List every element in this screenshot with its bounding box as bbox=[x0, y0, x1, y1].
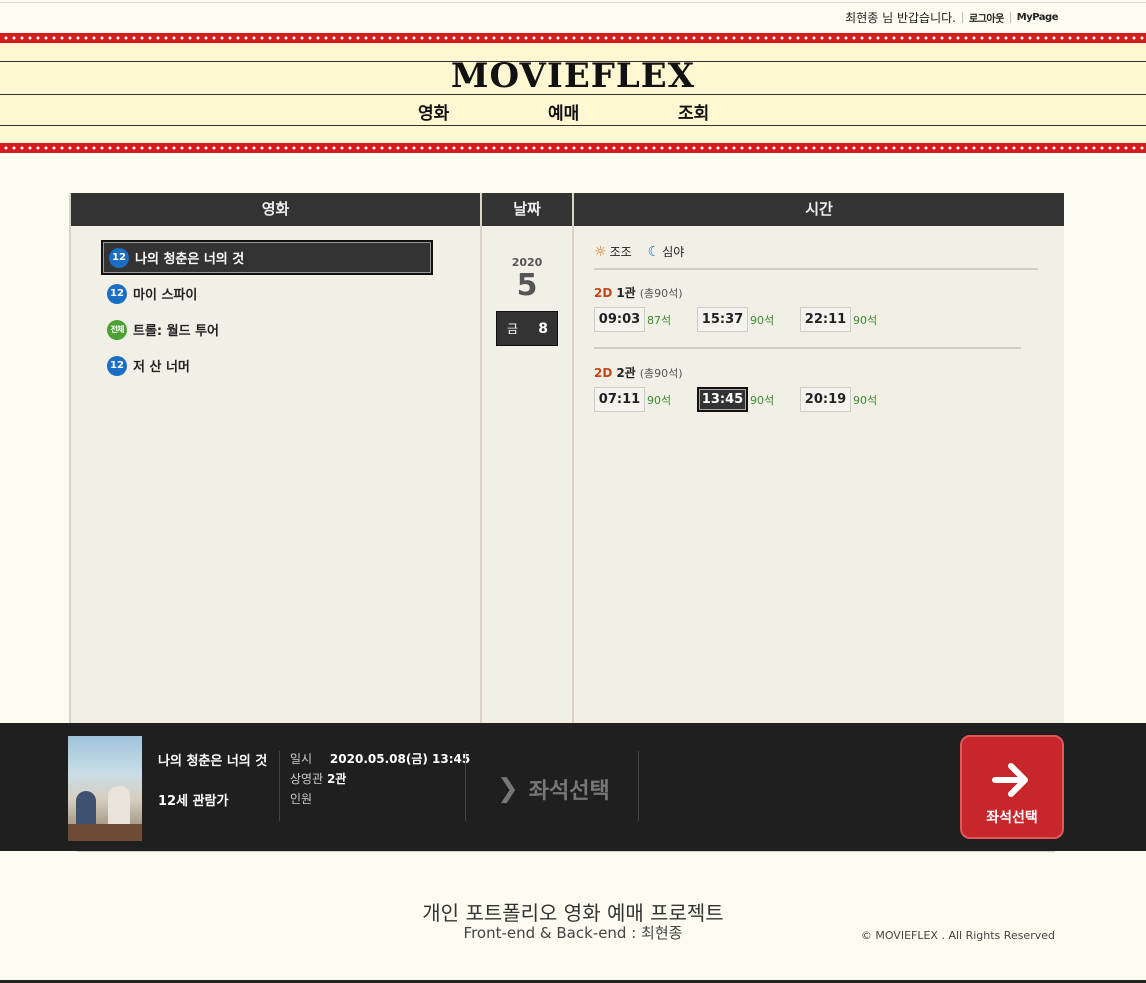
movie-item[interactable]: 12 마이 스파이 bbox=[101, 276, 433, 311]
divider bbox=[77, 851, 1055, 852]
date-day: 8 bbox=[538, 320, 548, 337]
time-slot-time[interactable]: 22:11 bbox=[800, 307, 851, 332]
date-weekday: 금 bbox=[507, 322, 519, 336]
hall-name: 1관 bbox=[616, 286, 636, 300]
time-slot-seats: 90석 bbox=[750, 393, 775, 407]
movie-title: 저 산 너머 bbox=[133, 360, 190, 375]
hall-title: 2D 1관 (총90석) bbox=[594, 284, 683, 301]
main-nav: 영화 예매 조회 bbox=[0, 99, 1146, 124]
summary-date: 일시 2020.05.08(금) 13:45 bbox=[290, 750, 470, 767]
nav-item-lookup[interactable]: 조회 bbox=[678, 99, 709, 124]
rating-all-badge: 전체 bbox=[107, 319, 127, 340]
footer-copyright: © MOVIEFLEX . All Rights Reserved bbox=[860, 929, 1055, 942]
mypage-link[interactable]: MyPage bbox=[1017, 12, 1059, 23]
seat-step: ❯ 좌석선택 bbox=[497, 773, 610, 805]
summary-movie-title: 나의 청춘은 너의 것 bbox=[158, 754, 268, 769]
nav-item-booking[interactable]: 예매 bbox=[548, 99, 579, 124]
marquee-lights-bottom bbox=[0, 143, 1146, 153]
hall-name: 2관 bbox=[616, 366, 636, 380]
poster-table bbox=[68, 824, 142, 841]
sun-icon: ☼ bbox=[594, 243, 607, 260]
movie-title: 마이 스파이 bbox=[133, 288, 198, 303]
rating-12-badge: 12 bbox=[107, 355, 127, 376]
marquee-lights-top bbox=[0, 33, 1146, 43]
time-slot-seats: 90석 bbox=[647, 393, 672, 407]
legend-morning: 조조 bbox=[609, 245, 632, 259]
time-slot-seats: 87석 bbox=[647, 313, 672, 327]
booking-summary-bar: 나의 청춘은 너의 것 12세 관람가 일시 2020.05.08(금) 13:… bbox=[0, 723, 1146, 851]
summary-people: 인원 bbox=[290, 790, 312, 807]
date-item-selected[interactable]: 금 8 bbox=[496, 311, 558, 346]
time-slot[interactable]: 07:11 90석 bbox=[594, 387, 671, 412]
divider bbox=[279, 751, 280, 821]
movie-column-header: 영화 bbox=[71, 193, 480, 226]
arrow-right-icon bbox=[992, 763, 1028, 797]
divider bbox=[465, 751, 466, 821]
summary-people-label: 인원 bbox=[290, 792, 313, 806]
hall-format: 2D bbox=[594, 366, 613, 380]
divider bbox=[0, 125, 1146, 126]
time-slot-time[interactable]: 09:03 bbox=[594, 307, 645, 332]
divider bbox=[961, 11, 963, 23]
rating-12-badge: 12 bbox=[107, 283, 127, 304]
time-legend: ☼ 조조 ☾ 심야 bbox=[594, 243, 684, 260]
movie-item[interactable]: 12 저 산 너머 bbox=[101, 348, 433, 383]
time-slot-time[interactable]: 15:37 bbox=[697, 307, 748, 332]
chevron-right-icon: ❯ bbox=[497, 774, 519, 804]
date-column-header: 날짜 bbox=[482, 193, 572, 226]
divider bbox=[638, 751, 639, 821]
nav-item-movies[interactable]: 영화 bbox=[418, 99, 449, 124]
movie-title: 트롤: 월드 투어 bbox=[133, 324, 220, 339]
time-slot-time[interactable]: 07:11 bbox=[594, 387, 645, 412]
summary-date-value: 2020.05.08(금) 13:45 bbox=[329, 752, 471, 766]
summary-hall: 상영관 2관 bbox=[290, 770, 346, 787]
logout-link[interactable]: 로그아웃 bbox=[969, 10, 1004, 25]
time-slot[interactable]: 09:03 87석 bbox=[594, 307, 671, 332]
date-column: 날짜 2020 5 금 8 bbox=[480, 193, 574, 723]
summary-rating: 12세 관람가 bbox=[158, 794, 229, 809]
movie-title: 나의 청춘은 너의 것 bbox=[135, 252, 245, 267]
time-column-header: 시간 bbox=[574, 193, 1064, 226]
hall-title: 2D 2관 (총90석) bbox=[594, 364, 683, 381]
top-border bbox=[0, 2, 1146, 3]
time-slot-selected[interactable]: 13:45 90석 bbox=[697, 387, 774, 412]
movie-item[interactable]: 전체 트롤: 월드 투어 bbox=[101, 312, 433, 347]
seat-select-button-label: 좌석선택 bbox=[986, 810, 1038, 826]
site-logo[interactable]: MOVIEFLEX bbox=[0, 56, 1146, 96]
time-slot-seats: 90석 bbox=[853, 313, 878, 327]
legend-night: 심야 bbox=[662, 245, 685, 259]
movie-list: 12 나의 청춘은 너의 것 12 마이 스파이 전체 트롤: 월드 투어 12… bbox=[71, 226, 480, 383]
time-column: 시간 ☼ 조조 ☾ 심야 2D 1관 (총90석) 09:03 87석 15:37 … bbox=[574, 193, 1064, 723]
date-month: 5 bbox=[516, 268, 538, 303]
seat-step-label: 좌석선택 bbox=[528, 779, 610, 804]
moon-icon: ☾ bbox=[647, 243, 661, 260]
rating-12-badge: 12 bbox=[109, 247, 129, 268]
time-slot[interactable]: 22:11 90석 bbox=[800, 307, 877, 332]
time-slot-time[interactable]: 13:45 bbox=[697, 387, 748, 412]
divider bbox=[594, 347, 1021, 349]
time-slot-time[interactable]: 20:19 bbox=[800, 387, 851, 412]
summary-date-label: 일시 bbox=[290, 752, 313, 766]
summary-hall-label: 상영관 bbox=[290, 772, 324, 786]
movie-column: 영화 12 나의 청춘은 너의 것 12 마이 스파이 전체 트롤: 월드 투어… bbox=[69, 193, 480, 723]
divider bbox=[1009, 11, 1011, 23]
time-slot[interactable]: 20:19 90석 bbox=[800, 387, 877, 412]
booking-panel: 영화 12 나의 청춘은 너의 것 12 마이 스파이 전체 트롤: 월드 투어… bbox=[69, 193, 1064, 723]
hall-format: 2D bbox=[594, 286, 613, 300]
hall-total-seats: (총90석) bbox=[639, 287, 683, 300]
movie-poster bbox=[68, 736, 142, 841]
hall-total-seats: (총90석) bbox=[639, 367, 683, 380]
movie-item[interactable]: 12 나의 청춘은 너의 것 bbox=[101, 240, 433, 275]
time-slot[interactable]: 15:37 90석 bbox=[697, 307, 774, 332]
divider bbox=[594, 268, 1038, 270]
user-bar: 최현종 님 반갑습니다. 로그아웃 MyPage bbox=[845, 10, 1059, 25]
time-slot-seats: 90석 bbox=[853, 393, 878, 407]
time-slot-seats: 90석 bbox=[750, 313, 775, 327]
seat-select-button[interactable]: 좌석선택 bbox=[960, 735, 1064, 839]
greeting-text: 최현종 님 반갑습니다. bbox=[845, 10, 956, 25]
summary-hall-value: 2관 bbox=[326, 772, 347, 786]
